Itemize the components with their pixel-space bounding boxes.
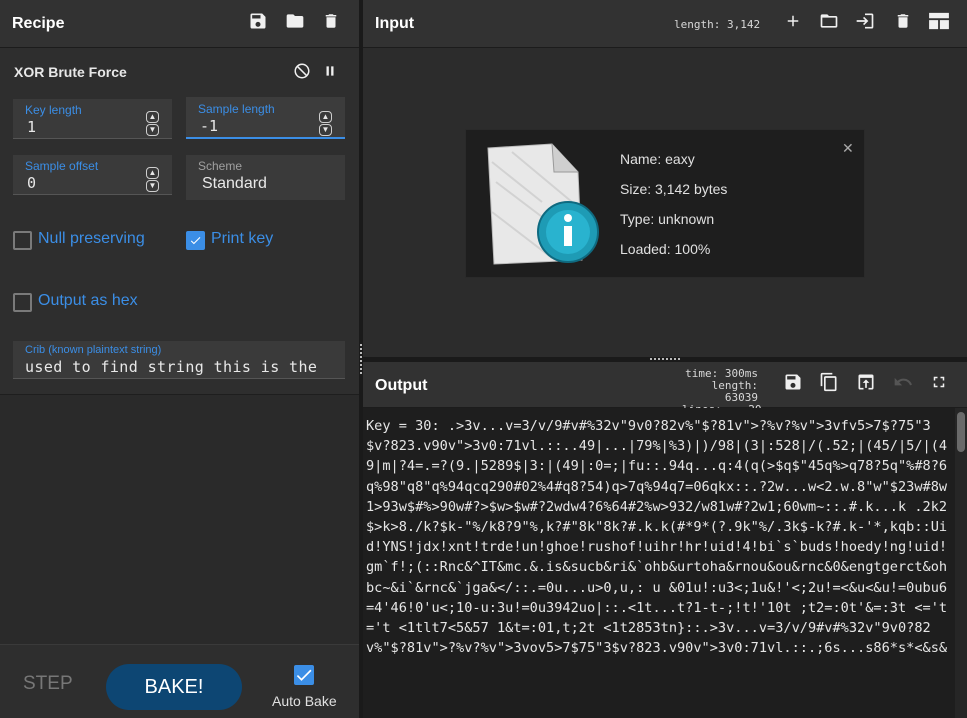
save-recipe-icon[interactable] [246, 9, 270, 33]
file-size: Size: 3,142 bytes [620, 181, 728, 197]
sample-offset-label: Sample offset [25, 159, 99, 173]
file-loaded: Loaded: 100% [620, 241, 711, 257]
step-button[interactable]: STEP [23, 673, 73, 695]
print-key-label[interactable]: Print key [211, 230, 273, 248]
key-length-value[interactable]: 1 [27, 118, 36, 136]
xor-brute-force-operation: XOR Brute Force Key length 1 ▲ ▼ Sample l… [0, 48, 359, 395]
output-header: Output time: 300ms length: 63039 lines: … [363, 362, 967, 416]
file-details-card: Name: eaxy Size: 3,142 bytes Type: unkno… [465, 129, 865, 278]
key-length-stepper[interactable]: ▲ ▼ [146, 111, 160, 137]
scheme-select[interactable]: Scheme Standard [186, 155, 345, 200]
crib-field[interactable]: Crib (known plaintext string) used to fi… [13, 341, 345, 379]
key-length-field[interactable]: Key length 1 ▲ ▼ [13, 99, 172, 139]
crib-label: Crib (known plaintext string) [25, 344, 162, 356]
input-length: length: 3,142 [674, 18, 761, 31]
output-title: Output [375, 377, 428, 394]
null-preserving-label[interactable]: Null preserving [38, 230, 145, 248]
bake-controls: STEP BAKE! Auto Bake [0, 644, 359, 718]
output-text[interactable]: Key = 30: .>3v...v=3/v/9#v#%32v"9v0?82v%… [363, 408, 955, 718]
add-tab-icon[interactable] [781, 9, 805, 33]
file-type: Type: unknown [620, 211, 715, 227]
reset-layout-icon[interactable] [927, 9, 951, 33]
sample-length-value[interactable]: -1 [200, 117, 218, 135]
print-key-checkbox[interactable] [186, 231, 205, 250]
file-name: Name: eaxy [620, 151, 695, 167]
sample-offset-field[interactable]: Sample offset 0 ▲ ▼ [13, 155, 172, 195]
open-file-icon[interactable] [853, 9, 877, 33]
clear-input-icon[interactable] [891, 9, 915, 33]
pause-operation-icon[interactable] [318, 59, 342, 83]
load-recipe-icon[interactable] [283, 9, 307, 33]
null-preserving-checkbox[interactable] [13, 231, 32, 250]
crib-value[interactable]: used to find string this is the [25, 358, 317, 376]
output-pane: Output time: 300ms length: 63039 lines: … [363, 362, 967, 718]
recipe-pane: Recipe XOR Brute Force Key length 1 ▲ ▼ S… [0, 0, 359, 718]
recipe-title: Recipe [12, 15, 65, 32]
output-as-hex-label[interactable]: Output as hex [38, 292, 138, 310]
key-length-label: Key length [25, 103, 82, 117]
sample-length-field[interactable]: Sample length -1 ▲ ▼ [186, 97, 345, 139]
recipe-header: Recipe [0, 0, 359, 48]
replace-input-icon[interactable] [854, 370, 878, 394]
undo-icon[interactable] [891, 370, 915, 394]
input-header: Input length: 3,142 [363, 0, 967, 48]
open-folder-icon[interactable] [817, 9, 841, 33]
sample-offset-value[interactable]: 0 [27, 174, 36, 192]
clear-recipe-icon[interactable] [319, 9, 343, 33]
bake-button[interactable]: BAKE! [106, 664, 242, 710]
auto-bake-label[interactable]: Auto Bake [272, 693, 337, 709]
scheme-value[interactable]: Standard [202, 175, 267, 193]
output-scrollbar[interactable] [955, 408, 967, 718]
output-as-hex-checkbox[interactable] [13, 293, 32, 312]
input-pane: Input length: 3,142 Name: eaxy Size: 3,1… [363, 0, 967, 357]
input-title: Input [375, 15, 415, 32]
sample-length-stepper[interactable]: ▲ ▼ [319, 111, 333, 137]
auto-bake-checkbox[interactable] [294, 665, 314, 685]
output-length: length: 63039 [711, 379, 758, 404]
output-scroll-thumb[interactable] [957, 412, 965, 452]
disable-operation-icon[interactable] [290, 59, 314, 83]
maximise-output-icon[interactable] [927, 370, 951, 394]
save-output-icon[interactable] [781, 370, 805, 394]
operation-title: XOR Brute Force [14, 64, 127, 80]
sample-length-label: Sample length [198, 102, 275, 116]
scheme-label: Scheme [198, 159, 243, 173]
copy-output-icon[interactable] [817, 370, 841, 394]
close-file-icon[interactable]: ✕ [842, 140, 854, 157]
sample-offset-stepper[interactable]: ▲ ▼ [146, 167, 160, 193]
file-info-icon [482, 142, 602, 268]
